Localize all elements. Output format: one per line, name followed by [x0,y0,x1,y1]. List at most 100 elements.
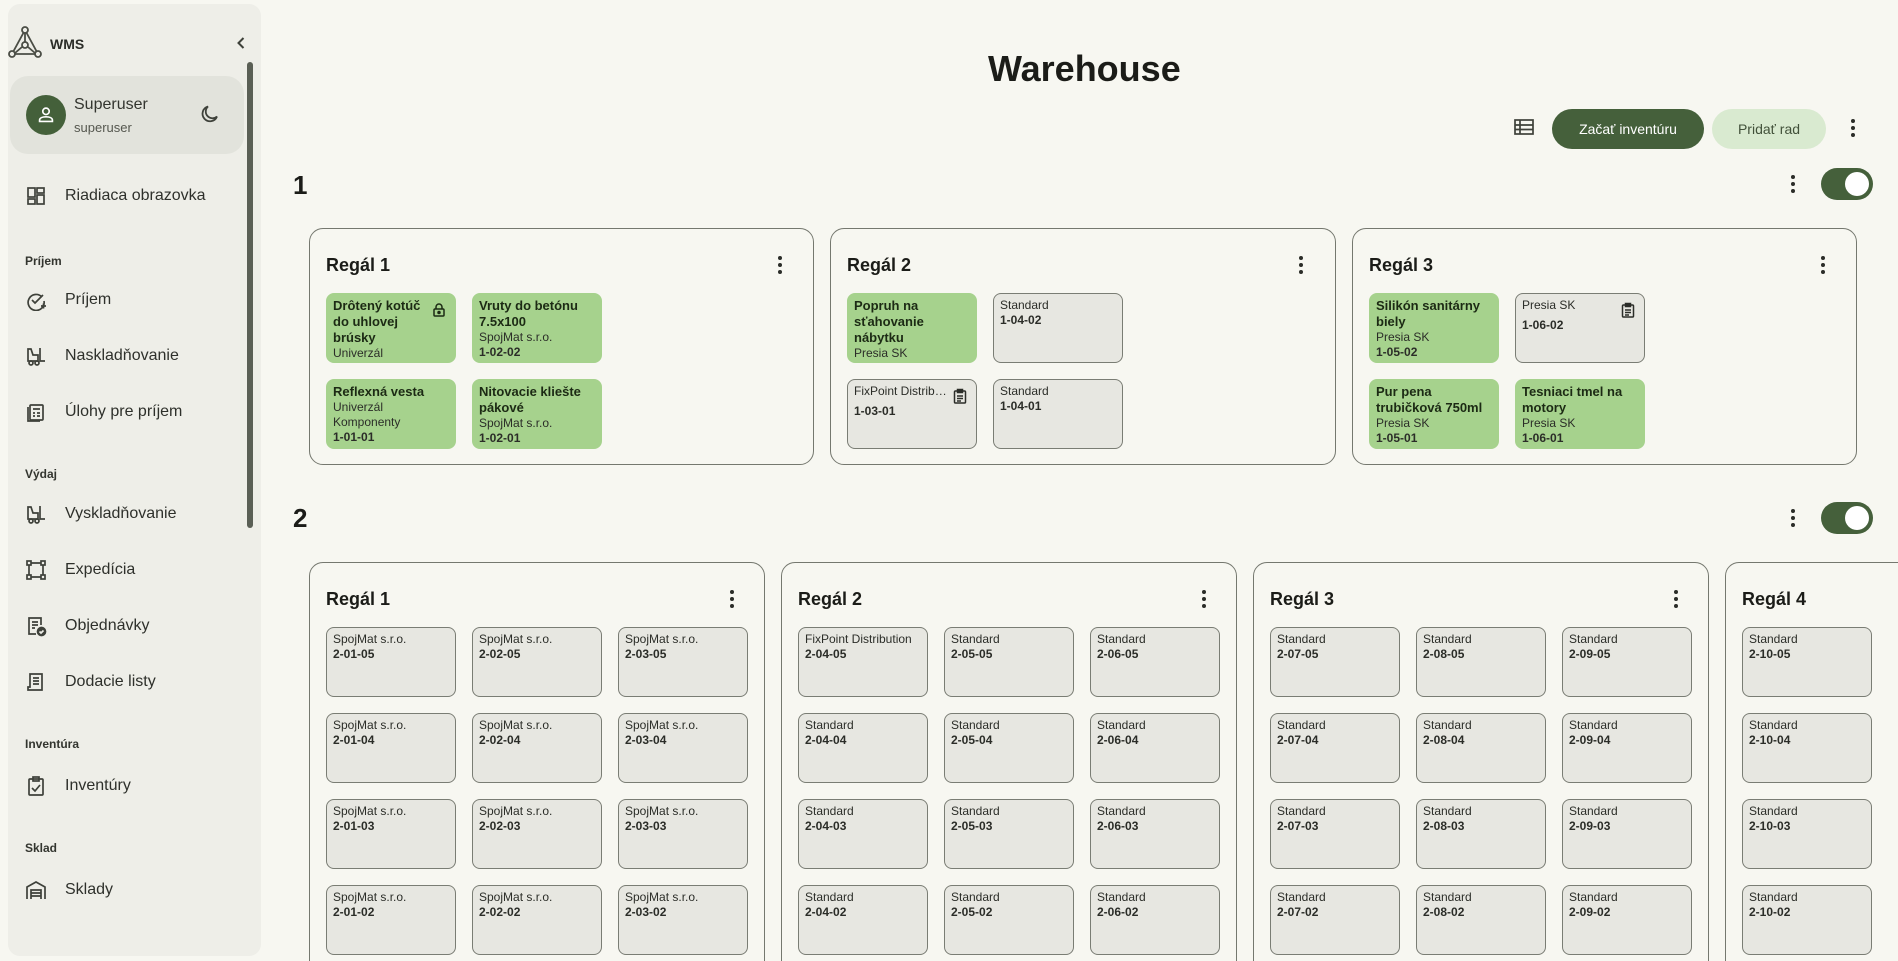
rack-title: Regál 1 [326,255,391,275]
user-name: Superuser [74,96,148,113]
row-label: 1 [293,170,308,200]
slot[interactable]: Nitovacie kliešte pákové SpojMat s.r.o. … [472,379,602,449]
avatar [26,95,66,135]
slot[interactable]: SpojMat s.r.o. 2-01-05 [326,627,456,697]
rack-more-vert-icon[interactable] [768,253,792,277]
table-view-icon[interactable] [1512,115,1536,139]
clipboard-icon [1620,302,1636,318]
slot[interactable]: Standard 2-06-04 [1090,713,1220,783]
user-card[interactable]: Superuser superuser [10,76,244,154]
slot[interactable]: Pur pena trubičková 750ml Presia SK 1-05… [1369,379,1499,449]
receipt-icon [25,671,47,693]
slot[interactable]: Standard 2-04-03 [798,799,928,869]
rack-more-vert-icon[interactable] [1811,253,1835,277]
slot[interactable]: Standard 2-05-04 [944,713,1074,783]
slot[interactable]: SpojMat s.r.o. 2-03-04 [618,713,748,783]
slot[interactable]: SpojMat s.r.o. 2-03-03 [618,799,748,869]
start-inventory-button[interactable]: Začať inventúru [1552,109,1704,149]
slot[interactable]: Standard 2-08-03 [1416,799,1546,869]
slot[interactable]: SpojMat s.r.o. 2-02-02 [472,885,602,955]
slot[interactable]: Vruty do betónu 7.5x100 SpojMat s.r.o. 1… [472,293,602,363]
slot[interactable]: SpojMat s.r.o. 2-02-04 [472,713,602,783]
slot[interactable]: Standard 2-09-03 [1562,799,1692,869]
row-visibility-toggle[interactable] [1821,168,1873,200]
slot[interactable]: SpojMat s.r.o. 2-03-05 [618,627,748,697]
row-more-vert-icon[interactable] [1781,172,1805,196]
nav-item-dodacie-listy[interactable]: Dodacie listy [8,662,248,702]
slot[interactable]: Standard 2-05-03 [944,799,1074,869]
slot[interactable]: FixPoint Distribution 1-03-01 [847,379,977,449]
rack-more-vert-icon[interactable] [1664,587,1688,611]
slot[interactable]: Standard 2-09-04 [1562,713,1692,783]
slot[interactable]: Standard 2-10-02 [1742,885,1872,955]
forklift-icon [25,345,47,367]
person-icon [38,107,54,123]
rack-card: Regál 1 Drôtený kotúč do uhlovej brúsky … [309,228,814,465]
slot[interactable]: Standard 2-05-02 [944,885,1074,955]
polyline-icon [25,559,47,581]
more-vert-icon[interactable] [1841,116,1865,140]
nav-item-naskladnovanie[interactable]: Naskladňovanie [8,336,248,376]
slot[interactable]: Standard 2-08-02 [1416,885,1546,955]
slot[interactable]: Reflexná vesta Univerzál Komponenty 1-01… [326,379,456,449]
slot[interactable]: SpojMat s.r.o. 2-03-02 [618,885,748,955]
rack-card: Regál 3 Standard 2-07-05 Standard 2-08-05 Sta… [1253,562,1709,961]
nav-item-objednavky[interactable]: Objednávky [8,606,248,646]
nav-item-prijem[interactable]: Príjem [8,280,248,320]
rack-more-vert-icon[interactable] [1289,253,1313,277]
slot[interactable]: Standard 2-04-04 [798,713,928,783]
dark-mode-moon-icon[interactable] [198,102,222,126]
slot[interactable]: Standard 2-10-03 [1742,799,1872,869]
nav-item-expedicia[interactable]: Expedícia [8,550,248,590]
slot[interactable]: Standard 2-07-02 [1270,885,1400,955]
rack-title: Regál 3 [1369,255,1434,275]
forklift-icon [25,503,47,525]
slot[interactable]: Drôtený kotúč do uhlovej brúsky Univerzá… [326,293,456,363]
rack-title: Regál 2 [798,589,863,609]
slot[interactable]: Standard 2-04-02 [798,885,928,955]
slot[interactable]: Standard 2-06-05 [1090,627,1220,697]
slot[interactable]: Popruh na sťahovanie nábytku Presia SK 1… [847,293,977,363]
slot[interactable]: SpojMat s.r.o. 2-01-04 [326,713,456,783]
slot[interactable]: Standard 2-05-05 [944,627,1074,697]
warehouse-icon [25,879,47,901]
slot[interactable]: Standard 2-06-02 [1090,885,1220,955]
slot[interactable]: Standard 2-09-02 [1562,885,1692,955]
slot[interactable]: Standard 2-08-05 [1416,627,1546,697]
slot[interactable]: Standard 2-07-04 [1270,713,1400,783]
slot[interactable]: Standard 1-04-01 [993,379,1123,449]
chevron-left-icon[interactable] [230,32,252,54]
nav-item-sklady[interactable]: Sklady [8,870,248,910]
nav-item-ulohy-prijem[interactable]: Úlohy pre príjem [8,392,248,432]
slot[interactable]: Standard 2-08-04 [1416,713,1546,783]
nav-item-dashboard[interactable]: Riadiaca obrazovka [8,176,248,216]
app-name: WMS [50,36,85,52]
nav-item-vyskladnovanie[interactable]: Vyskladňovanie [8,494,248,534]
slot[interactable]: SpojMat s.r.o. 2-02-03 [472,799,602,869]
slot[interactable]: Standard 2-10-05 [1742,627,1872,697]
slot[interactable]: Standard 2-10-04 [1742,713,1872,783]
slot[interactable]: Standard 2-07-05 [1270,627,1400,697]
clipboard-check-icon [25,775,47,797]
add-row-button[interactable]: Pridať rad [1712,109,1826,149]
slot[interactable]: Standard 2-09-05 [1562,627,1692,697]
slot[interactable]: Silikón sanitárny biely Presia SK 1-05-0… [1369,293,1499,363]
rack-card: Regál 3 Silikón sanitárny biely Presia S… [1352,228,1857,465]
slot[interactable]: Tesniaci tmel na motory Presia SK 1-06-0… [1515,379,1645,449]
slot[interactable]: Standard 2-07-03 [1270,799,1400,869]
slot[interactable]: Standard 2-06-03 [1090,799,1220,869]
rack-more-vert-icon[interactable] [720,587,744,611]
slot[interactable]: Standard 1-04-02 [993,293,1123,363]
slot[interactable]: SpojMat s.r.o. 2-01-02 [326,885,456,955]
slot[interactable]: Presia SK 1-06-02 [1515,293,1645,363]
row-visibility-toggle[interactable] [1821,502,1873,534]
row-more-vert-icon[interactable] [1781,506,1805,530]
page-title: Warehouse [988,48,1181,89]
slot[interactable]: FixPoint Distribution 2-04-05 [798,627,928,697]
nav-item-inventury[interactable]: Inventúry [8,766,248,806]
rack-more-vert-icon[interactable] [1192,587,1216,611]
slot[interactable]: SpojMat s.r.o. 2-01-03 [326,799,456,869]
sidebar-scrollbar[interactable] [247,62,253,528]
slot[interactable]: SpojMat s.r.o. 2-02-05 [472,627,602,697]
order-approve-icon [25,615,47,637]
